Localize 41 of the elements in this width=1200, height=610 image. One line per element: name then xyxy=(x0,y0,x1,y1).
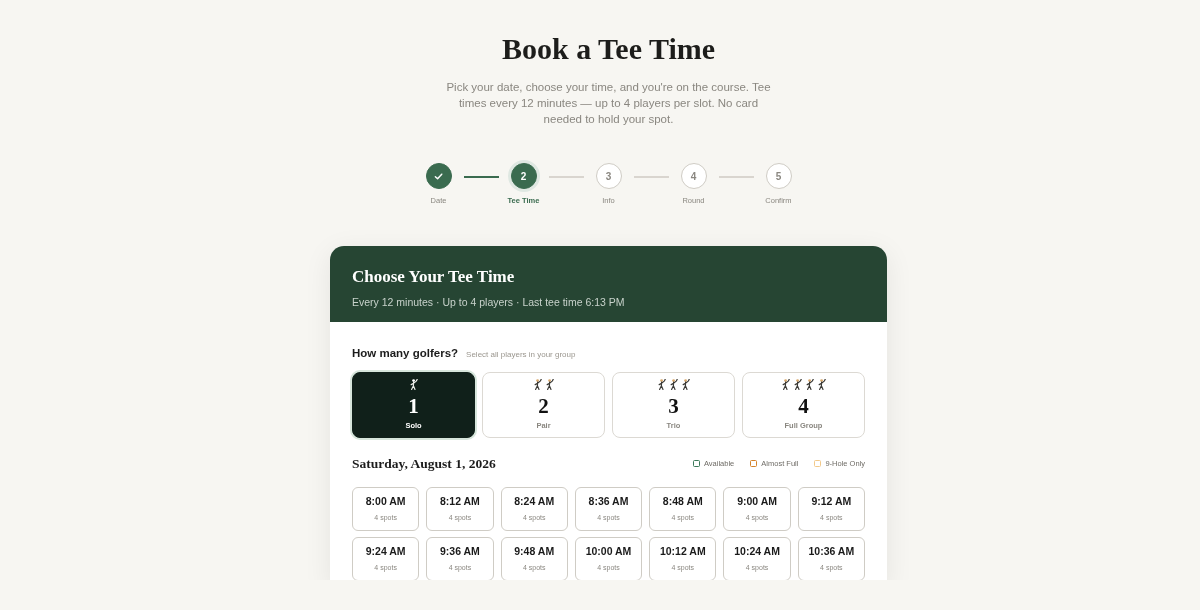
slot-time: 10:24 AM xyxy=(734,543,780,559)
step-circle[interactable] xyxy=(425,163,452,189)
card-title: Choose Your Tee Time xyxy=(352,267,515,288)
golfers-question: How many golfers? xyxy=(352,346,459,362)
slot-time: 8:48 AM xyxy=(662,493,703,509)
golfer-icon xyxy=(793,378,802,390)
golfer-icon xyxy=(533,378,542,390)
step-circle[interactable]: 4 xyxy=(680,163,707,189)
slot-time: 8:24 AM xyxy=(514,493,555,509)
golfer-count: 3 xyxy=(668,395,679,417)
slot-time: 9:24 AM xyxy=(365,543,406,559)
date-heading: Saturday, August 1, 2026 xyxy=(352,454,496,473)
card-subtitle: Every 12 minutes · Up to 4 players · Last tee time 6:13 PM xyxy=(352,295,625,311)
golfer-count: 1 xyxy=(408,395,419,417)
check-icon xyxy=(434,171,443,181)
golfer-icon xyxy=(545,378,554,390)
slot-time: 9:12 AM xyxy=(811,493,852,509)
slot-time: 9:48 AM xyxy=(514,543,555,559)
slot-time: 8:36 AM xyxy=(588,493,629,509)
golfer-count: 4 xyxy=(798,395,809,417)
slot-time: 10:36 AM xyxy=(808,543,855,559)
slot-time: 9:00 AM xyxy=(737,493,777,509)
step-circle[interactable]: 5 xyxy=(765,163,792,189)
golfer-icon xyxy=(657,378,666,390)
golfer-icon xyxy=(817,378,826,390)
slot-time: 10:12 AM xyxy=(659,543,706,559)
golfer-icon xyxy=(781,378,790,390)
page-title: Book a Tee Time xyxy=(501,31,716,67)
golfer-icon xyxy=(805,378,814,390)
step-circle[interactable]: 2 xyxy=(510,163,537,189)
slot-time: 8:12 AM xyxy=(440,493,480,509)
golfer-icon xyxy=(681,378,690,390)
golfer-icon xyxy=(409,378,418,390)
golfers-hint: Select all players in your group xyxy=(466,349,576,362)
slot-time: 9:36 AM xyxy=(440,543,480,559)
golfer-icon xyxy=(669,378,678,390)
page-subtitle: Pick your date, choose your time, and you're on the course. Tee times every 12 minutes — up to 4 players per slot. No card needed to hold your spot. xyxy=(445,80,772,127)
golfer-count: 2 xyxy=(538,395,549,417)
step-circle[interactable]: 3 xyxy=(595,163,622,189)
slot-time: 8:00 AM xyxy=(365,493,406,509)
slot-time: 10:00 AM xyxy=(585,543,632,559)
